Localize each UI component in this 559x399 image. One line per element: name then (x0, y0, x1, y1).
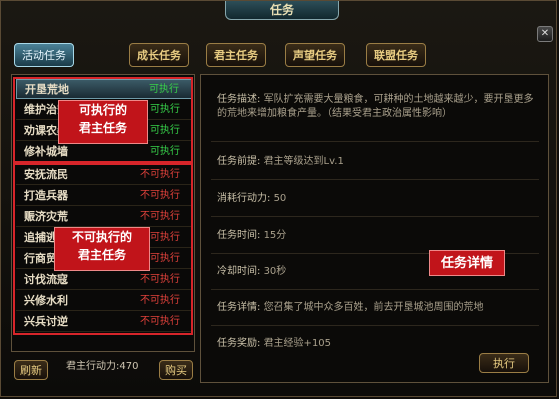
cooldown-value: 30秒 (263, 266, 287, 277)
quest-list-panel: 开垦荒地 可执行 维护治安 可执行 劝课农桑 可执行 修补城墙 可执行 安抚流民… (11, 74, 195, 352)
prereq-label: 任务前提: (217, 156, 261, 167)
cost-value: 50 (273, 193, 287, 204)
time-field: 任务时间: 15分 (217, 229, 537, 243)
time-label: 任务时间: (217, 230, 261, 241)
reward-value: 君主经验+105 (263, 338, 332, 349)
prereq-field: 任务前提: 君主等级达到Lv.1 (217, 155, 537, 169)
detail-field: 任务详情: 您召集了城中众多百姓，前去开垦城池周围的荒地 (217, 301, 537, 315)
desc-field: 任务描述: 军队扩充需要大量粮食，可耕种的土地越来越少，要开垦更多的荒地来增加粮… (217, 93, 537, 121)
divider (211, 179, 539, 180)
desc-value: 军队扩充需要大量粮食，可耕种的土地越来越少，要开垦更多的荒地来增加粮食产量。（结… (217, 94, 534, 119)
detail-value: 您召集了城中众多百姓，前去开垦城池周围的荒地 (263, 302, 484, 313)
quest-window: 任务 ✕ 活动任务 成长任务 君主任务 声望任务 联盟任务 开垦荒地 可执行 维… (0, 0, 557, 397)
tab-alliance[interactable]: 联盟任务 (366, 43, 426, 67)
bottom-bar: 刷新 君主行动力:470 购买 (11, 357, 195, 383)
not-executable-callout: 不可执行的 君主任务 (54, 227, 150, 271)
close-icon[interactable]: ✕ (537, 26, 553, 42)
divider (211, 141, 539, 142)
tab-reputation[interactable]: 声望任务 (285, 43, 345, 67)
reward-field: 任务奖励: 君主经验+105 (217, 337, 537, 351)
executable-callout: 可执行的 君主任务 (58, 100, 148, 144)
cost-label: 消耗行动力: (217, 193, 271, 204)
details-callout: 任务详情 (429, 250, 505, 276)
divider (211, 289, 539, 290)
time-value: 15分 (263, 230, 287, 241)
quest-detail-panel: 任务描述: 军队扩充需要大量粮食，可耕种的土地越来越少，要开垦更多的荒地来增加粮… (200, 74, 549, 383)
divider (211, 325, 539, 326)
execute-button[interactable]: 执行 (479, 353, 529, 373)
tab-growth[interactable]: 成长任务 (129, 43, 189, 67)
action-points-label: 君主行动力:470 (66, 361, 139, 372)
desc-label: 任务描述: (217, 94, 261, 105)
tab-activity[interactable]: 活动任务 (14, 43, 74, 67)
divider (211, 216, 539, 217)
tab-lord[interactable]: 君主任务 (206, 43, 266, 67)
buy-button[interactable]: 购买 (159, 360, 193, 380)
cooldown-label: 冷却时间: (217, 266, 261, 277)
window-title: 任务 (225, 1, 339, 20)
prereq-value: 君主等级达到Lv.1 (263, 156, 344, 167)
detail-label: 任务详情: (217, 302, 261, 313)
refresh-button[interactable]: 刷新 (14, 360, 48, 380)
reward-label: 任务奖励: (217, 338, 261, 349)
cost-field: 消耗行动力: 50 (217, 192, 537, 206)
tab-bar: 活动任务 成长任务 君主任务 声望任务 联盟任务 (9, 43, 549, 69)
